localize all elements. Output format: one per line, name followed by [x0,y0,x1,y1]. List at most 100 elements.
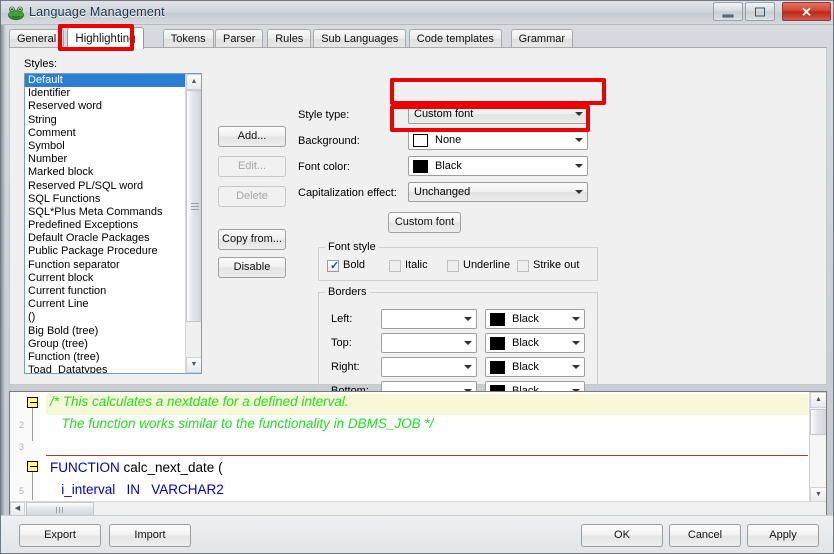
tab-rules[interactable]: Rules [267,29,312,48]
cancel-button[interactable]: Cancel [669,524,741,547]
close-button[interactable]: ✕ [782,2,831,21]
checkbox-box [389,260,401,272]
border-right-style-combo[interactable] [381,357,477,377]
code-horizontal-scrollbar[interactable]: ◀ [10,501,826,516]
background-combo[interactable]: None [408,130,588,150]
font-color-swatch [413,160,428,173]
style-list-item[interactable]: Marked block [25,166,187,179]
style-list-item[interactable]: String [25,114,187,127]
style-list-item[interactable]: Default Oracle Packages [25,232,187,245]
custom-font-button[interactable]: Custom font [388,212,461,233]
copy-from-button[interactable]: Copy from... [218,229,286,250]
style-list-item[interactable]: Predefined Exceptions [25,219,187,232]
fold-collapse-icon[interactable] [27,461,38,472]
border-top-label: Top: [331,337,352,349]
scroll-left-arrow[interactable]: ◀ [10,502,25,516]
border-top-color-combo[interactable]: Black [485,333,585,353]
font-style-group-title: Font style [325,241,379,253]
dialog-footer: Export Import OK Cancel Apply [1,515,833,553]
edit-style-button[interactable]: Edit... [218,156,286,177]
border-left-color-combo[interactable]: Black [485,309,585,329]
checkbox-box [517,260,529,272]
tab-parser[interactable]: Parser [215,29,264,48]
code-gutter: 2 3 5 [10,392,40,516]
import-button[interactable]: Import [109,524,191,547]
style-list-item[interactable]: Symbol [25,140,187,153]
border-color-swatch [490,361,505,374]
scrollbar-thumb[interactable] [186,90,201,322]
chevron-down-icon [575,190,583,194]
style-list-item[interactable]: Public Package Procedure [25,245,187,258]
style-list-item[interactable]: Function (tree) [25,351,187,364]
code-line-param: i_interval IN VARCHAR2 [50,482,224,497]
style-list-item[interactable]: Toad_Datatypes [25,364,187,373]
strike-out-label: Strike out [533,259,580,271]
code-vertical-scrollbar[interactable]: ▲ ▼ [809,392,826,516]
restore-button[interactable] [745,2,775,21]
checkbox-box: ✓ [327,260,339,272]
chevron-down-icon [464,341,472,345]
disable-style-button[interactable]: Disable [218,257,286,278]
code-preview[interactable]: 2 3 5 /* This calculates a nextdate for … [9,391,827,517]
apply-button[interactable]: Apply [747,524,819,547]
scroll-up-arrow[interactable]: ▲ [810,392,826,408]
scroll-down-arrow[interactable]: ▼ [186,357,201,373]
scroll-up-arrow[interactable]: ▲ [186,74,201,90]
borders-group-title: Borders [325,286,370,298]
style-type-combo[interactable]: Custom font [408,104,588,124]
fold-collapse-icon[interactable] [27,397,38,408]
ok-button[interactable]: OK [581,524,663,547]
scrollbar-thumb[interactable] [26,502,94,516]
title-bar: Language Management ✕ [1,1,833,25]
style-list-item[interactable]: SQL Functions [25,193,187,206]
style-list-item[interactable]: Identifier [25,87,187,100]
gutter-line-number: 5 [18,486,24,496]
tab-code-templates[interactable]: Code templates [408,29,502,48]
border-left-style-combo[interactable] [381,309,477,329]
fold-line [32,408,33,441]
tab-highlighting[interactable]: Highlighting [67,27,144,49]
style-list-item[interactable]: Current block [25,272,187,285]
border-color-swatch [490,337,505,350]
chevron-down-icon [572,365,580,369]
style-list-item[interactable]: Comment [25,127,187,140]
font-color-combo[interactable]: Black [408,156,588,176]
export-button[interactable]: Export [19,524,101,547]
tab-grammar[interactable]: Grammar [510,29,574,48]
close-icon: ✕ [801,4,812,19]
style-list-item[interactable]: Function separator [25,259,187,272]
style-list-item[interactable]: () [25,311,187,324]
style-list-item[interactable]: Current function [25,285,187,298]
minimize-button[interactable] [713,2,743,21]
border-right-label: Right: [331,361,360,373]
chevron-down-icon [575,138,583,142]
styles-list-scrollbar[interactable]: ▲ ▼ [185,74,201,373]
style-list-item[interactable]: Reserved PL/SQL word [25,180,187,193]
capitalization-effect-combo[interactable]: Unchanged [408,182,588,202]
tab-tokens[interactable]: Tokens [162,29,214,48]
style-list-item[interactable]: Number [25,153,187,166]
keyword-function: FUNCTION [50,460,120,475]
check-icon: ✓ [330,260,340,272]
style-list-item[interactable]: Reserved word [25,100,187,113]
add-style-button[interactable]: Add... [218,126,286,147]
style-list-item[interactable]: Current Line [25,298,187,311]
tab-general[interactable]: General [9,29,65,48]
scrollbar-thumb[interactable] [810,409,826,435]
border-right-color-combo[interactable]: Black [485,357,585,377]
tab-bar: General Highlighting Tokens Parser Rules Sub … [9,27,827,49]
styles-listbox[interactable]: Default Identifier Reserved word String Comm… [24,73,202,374]
styles-list-items: Default Identifier Reserved word String Comm… [25,74,187,373]
style-list-item[interactable]: Big Bold (tree) [25,325,187,338]
window-title: Language Management [29,5,165,19]
style-list-item[interactable]: Group (tree) [25,338,187,351]
window-left-border [1,25,6,553]
style-list-item[interactable]: SQL*Plus Meta Commands [25,206,187,219]
delete-style-button[interactable]: Delete [218,186,286,207]
tab-sub-languages[interactable]: Sub Languages [313,29,407,48]
chevron-down-icon [572,317,580,321]
style-list-item[interactable]: Default [25,74,187,88]
code-line-function: FUNCTION calc_next_date ( [50,460,223,475]
font-color-label: Font color: [298,161,350,173]
border-top-style-combo[interactable] [381,333,477,353]
